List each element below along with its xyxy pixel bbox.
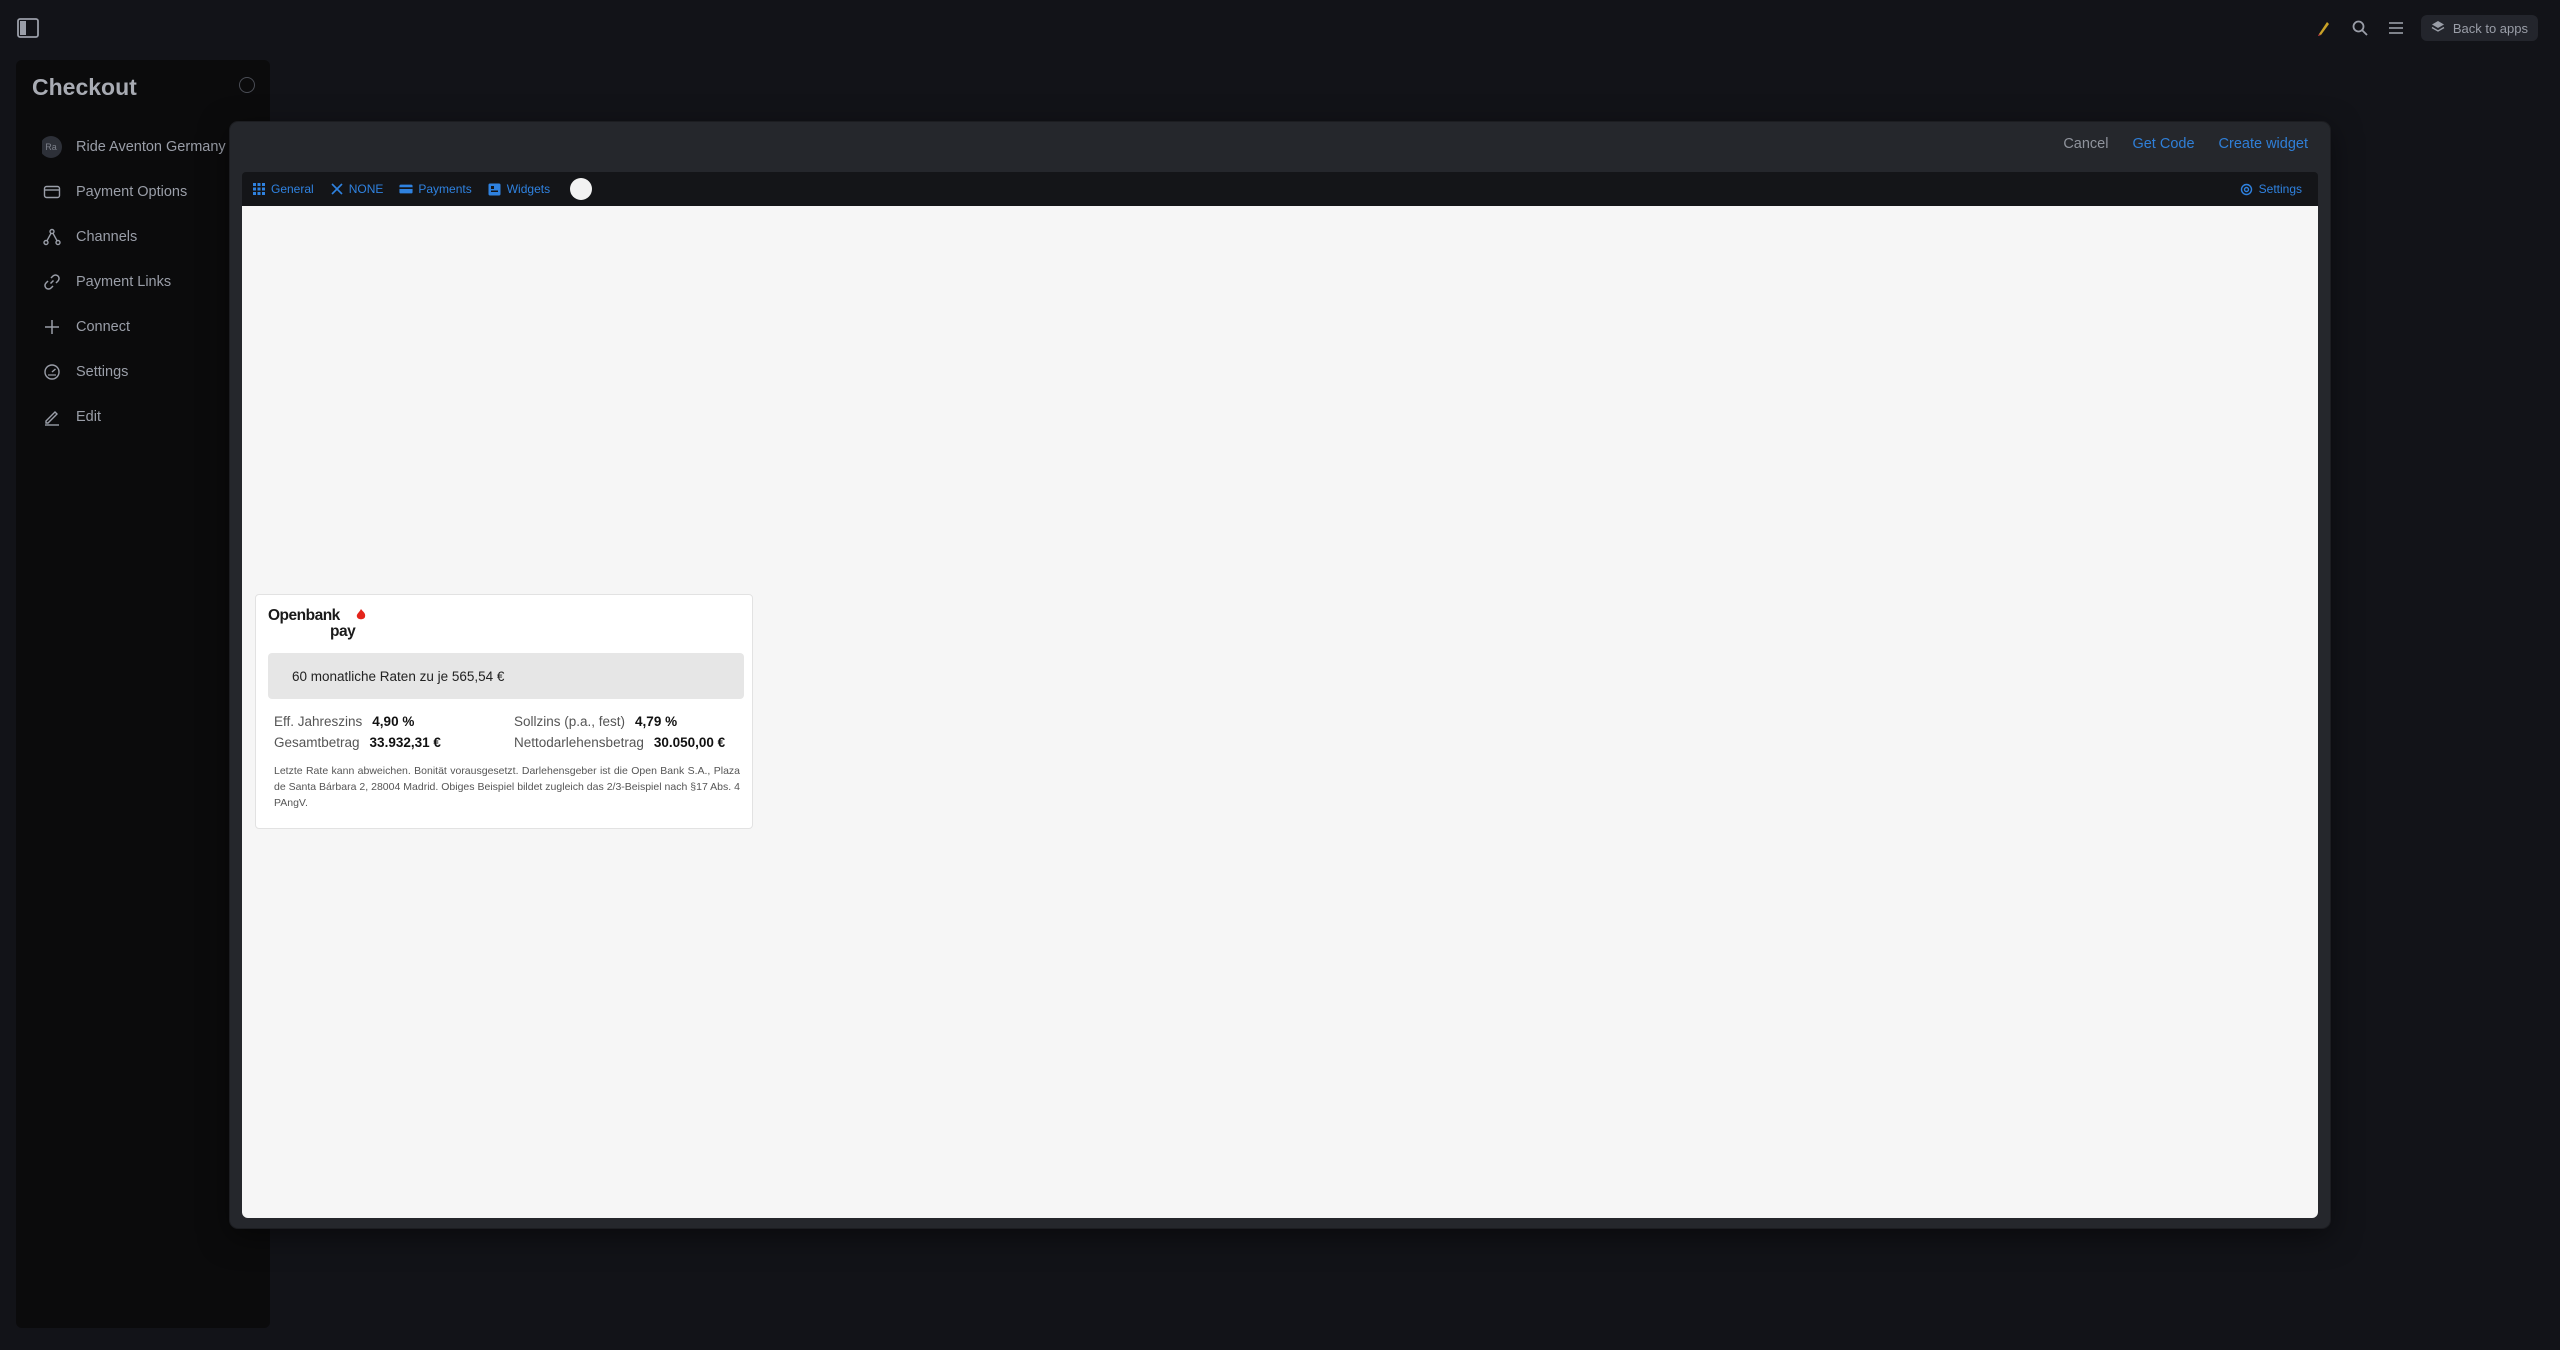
cancel-button[interactable]: Cancel: [2063, 136, 2108, 152]
nav-item-label: Channels: [76, 228, 138, 245]
tab-label: NONE: [348, 182, 384, 196]
close-icon: [330, 182, 344, 196]
nominal-rate-label: Sollzins (p.a., fest): [514, 714, 626, 729]
panel-title: Checkout: [32, 74, 137, 100]
eff-rate-value: 4,90 %: [372, 714, 415, 729]
back-to-apps-label: Back to apps: [2452, 20, 2528, 36]
tab-payments[interactable]: Payments: [399, 182, 472, 196]
nav-item-label: Payment Options: [76, 183, 188, 200]
top-bar: Back to apps: [0, 0, 2560, 56]
link-icon: [42, 272, 62, 292]
back-to-apps-button[interactable]: Back to apps: [2420, 15, 2538, 41]
get-code-button[interactable]: Get Code: [2132, 136, 2194, 152]
nav-item-label: Connect: [76, 318, 131, 335]
widget-preview-canvas: Openbank pay 60 monatliche Raten zu je 5…: [242, 206, 2318, 1218]
menu-icon[interactable]: [2385, 17, 2407, 39]
tab-general[interactable]: General: [252, 182, 314, 196]
eff-rate-label: Eff. Jahreszins: [274, 714, 363, 729]
network-icon: [42, 227, 62, 247]
logo-line2: pay: [330, 623, 356, 640]
modal-actions: Cancel Get Code Create widget: [2063, 136, 2308, 152]
nav-item-label: Settings: [76, 363, 129, 380]
installment-summary: 60 monatliche Raten zu je 565,54 €: [268, 653, 744, 699]
legal-disclaimer: Letzte Rate kann abweichen. Bonität vora…: [274, 765, 740, 809]
flame-icon: [354, 608, 368, 627]
gauge-icon: [42, 362, 62, 382]
nominal-rate-value: 4,79 %: [635, 714, 678, 729]
card-icon: [399, 182, 413, 196]
net-loan-value: 30.050,00 €: [653, 735, 726, 750]
nav-item-label: Edit: [76, 408, 101, 425]
detail-row: Eff. Jahreszins 4,90 % Sollzins (p.a., f…: [274, 711, 744, 732]
top-right-toolbar: Back to apps: [2313, 14, 2538, 42]
nav-item-label: Ride Aventon Germany G: [76, 138, 241, 155]
search-icon[interactable]: [2349, 17, 2371, 39]
credit-card-icon: [42, 182, 62, 202]
create-widget-button[interactable]: Create widget: [2219, 136, 2308, 152]
tab-label: General: [271, 182, 314, 196]
tab-settings[interactable]: Settings: [2240, 172, 2302, 206]
pen-icon: [42, 407, 62, 427]
sidebar-toggle-icon[interactable]: [16, 16, 40, 40]
net-loan-label: Nettodarlehensbetrag: [514, 735, 644, 750]
modal-tab-bar: General NONE Payments Widgets Settings: [242, 172, 2318, 206]
tab-widgets[interactable]: Widgets: [488, 182, 550, 196]
total-amount-label: Gesamtbetrag: [274, 735, 360, 750]
layers-icon: [2431, 20, 2445, 37]
widget-editor-modal: Cancel Get Code Create widget General NO…: [230, 122, 2330, 1228]
tab-label: Widgets: [506, 182, 551, 196]
tab-label: Payments: [418, 182, 472, 196]
pen-nib-icon[interactable]: [2313, 17, 2335, 39]
plus-icon: [42, 317, 62, 337]
avatar: Ra: [42, 135, 62, 158]
detail-row: Gesamtbetrag 33.932,31 € Nettodarlehensb…: [274, 732, 744, 753]
theme-toggle[interactable]: [570, 178, 593, 200]
loan-details: Eff. Jahreszins 4,90 % Sollzins (p.a., f…: [274, 711, 744, 753]
openbank-pay-logo: Openbank pay: [268, 607, 378, 641]
financing-widget[interactable]: Openbank pay 60 monatliche Raten zu je 5…: [255, 594, 753, 829]
tab-label: Settings: [2258, 182, 2302, 196]
widget-icon: [488, 182, 502, 196]
gear-icon: [2240, 182, 2254, 196]
total-amount-value: 33.932,31 €: [369, 735, 441, 750]
close-icon[interactable]: [239, 77, 255, 93]
nav-item-label: Payment Links: [76, 273, 172, 290]
grid-icon: [252, 182, 266, 196]
tab-none[interactable]: NONE: [330, 182, 384, 196]
